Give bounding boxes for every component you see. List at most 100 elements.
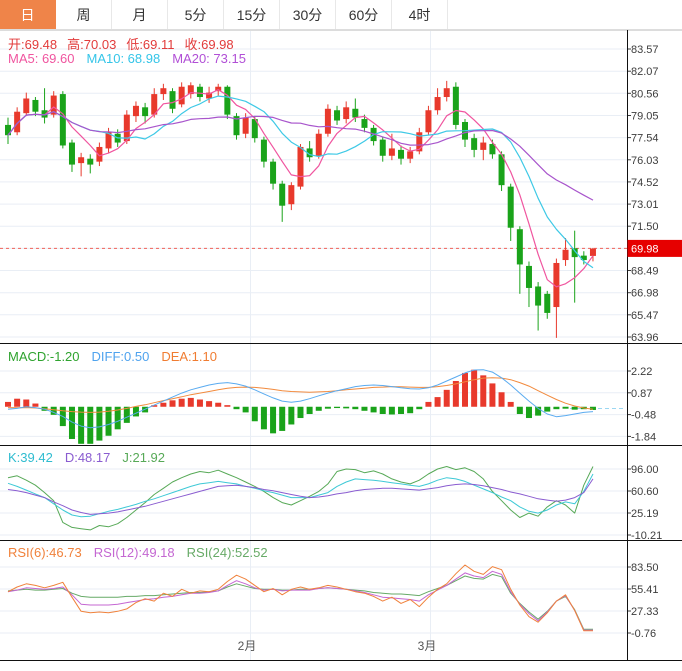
tab-月[interactable]: 月 [112,0,168,29]
candle-body [279,183,286,206]
axis-label: 96.00 [631,464,659,476]
macd-bar [14,398,21,407]
macd-bar [242,406,249,413]
macd-bar [297,406,304,419]
macd-bar [178,398,185,407]
macd-bar [416,406,423,410]
macd-bar [443,389,450,407]
axis-label: 66.98 [631,288,659,300]
macd-bar [187,397,194,407]
candle-body [169,91,176,109]
macd-bar [516,406,523,415]
macd-bar [23,399,30,407]
axis-label: 27.33 [631,606,659,618]
candle-body [452,86,459,125]
axis-label: 83.57 [631,44,659,56]
macd-bar [507,401,514,407]
axis-label: -0.76 [631,628,656,640]
macd-bar [260,406,267,430]
axis-label: 73.01 [631,199,659,211]
d-line [7,478,594,515]
macd-bar [196,399,203,407]
candle-body [142,107,149,117]
axis-label: -1.84 [631,431,656,443]
candle-body [516,229,523,265]
candle-body [562,249,569,261]
candle-body [270,161,277,184]
axis-label: -0.48 [631,410,656,422]
macd-bar [407,406,414,414]
macd-bar [370,406,377,413]
candle-body [334,110,341,121]
macd-bar [553,406,560,410]
macd-bar [215,402,222,407]
macd-bar [398,406,405,415]
candle-body [535,286,542,306]
tab-周[interactable]: 周 [56,0,112,29]
candle-body [507,186,514,228]
candle-body [379,139,386,156]
candle-body [315,133,322,156]
candle-body [132,105,139,117]
tab-30分[interactable]: 30分 [280,0,336,29]
candle-body [260,139,267,162]
macd-bar [324,406,331,409]
candle-body [343,107,350,120]
candle-body [471,138,478,150]
tab-5分[interactable]: 5分 [168,0,224,29]
axis-label: 77.54 [631,133,659,145]
tab-15分[interactable]: 15分 [224,0,280,29]
tab-60分[interactable]: 60分 [336,0,392,29]
macd-bar [489,383,496,407]
candle-body [160,88,167,95]
macd-bar [288,406,295,425]
macd-bar [169,400,176,407]
candle-body [407,151,414,159]
rsi12-line [7,570,593,631]
rsi6-line [7,564,593,632]
macd-bar [279,406,286,431]
macd-bar [462,372,468,407]
tab-4时[interactable]: 4时 [392,0,448,29]
axis-label: 80.56 [631,88,659,100]
axis-label: 0.87 [631,388,652,400]
macd-bar [525,406,532,419]
candle-body [352,108,359,118]
candle-body [242,117,249,134]
candle-body [361,119,368,128]
tab-日[interactable]: 日 [0,0,56,29]
axis-label: 68.49 [631,266,659,278]
macd-bar [498,392,505,407]
candle-body [87,158,94,165]
macd-bar [206,401,213,407]
axis-label: 74.52 [631,177,659,189]
candle-body [5,124,11,136]
chart-svg: 83.57 82.07 80.56 79.05 77.54 76.03 74.52 73.01… [0,30,682,661]
candle-body [78,157,85,164]
candle-body [178,86,185,105]
candle-body [388,148,395,156]
candle-body [398,149,405,159]
period-toolbar: 日周月 5分 15分 30分 60分 4时 [0,0,682,30]
macd-bar [361,406,368,411]
k-line [7,473,594,518]
macd-bar [306,406,313,415]
candle-body [525,265,532,288]
month-label: 2月 [238,639,257,653]
macd-bar [233,406,240,410]
macd-bar [315,406,322,411]
macd-bar [471,369,478,407]
trading-chart-app: 日周月 5分 15分 30分 60分 4时 开:69.48 高:70.03 低:69.11 收:… [0,0,682,671]
candle-body [32,99,39,112]
axis-label: 2.22 [631,366,652,378]
macd-bar [434,397,441,407]
macd-bar [425,401,432,407]
candle-body [425,110,432,133]
candle-body [443,88,450,98]
candle-body [288,185,295,205]
candle-body [297,146,304,187]
axis-label: 82.07 [631,66,659,78]
macd-bar [160,402,167,407]
month-label: 3月 [418,639,437,653]
macd-bar [32,403,39,407]
